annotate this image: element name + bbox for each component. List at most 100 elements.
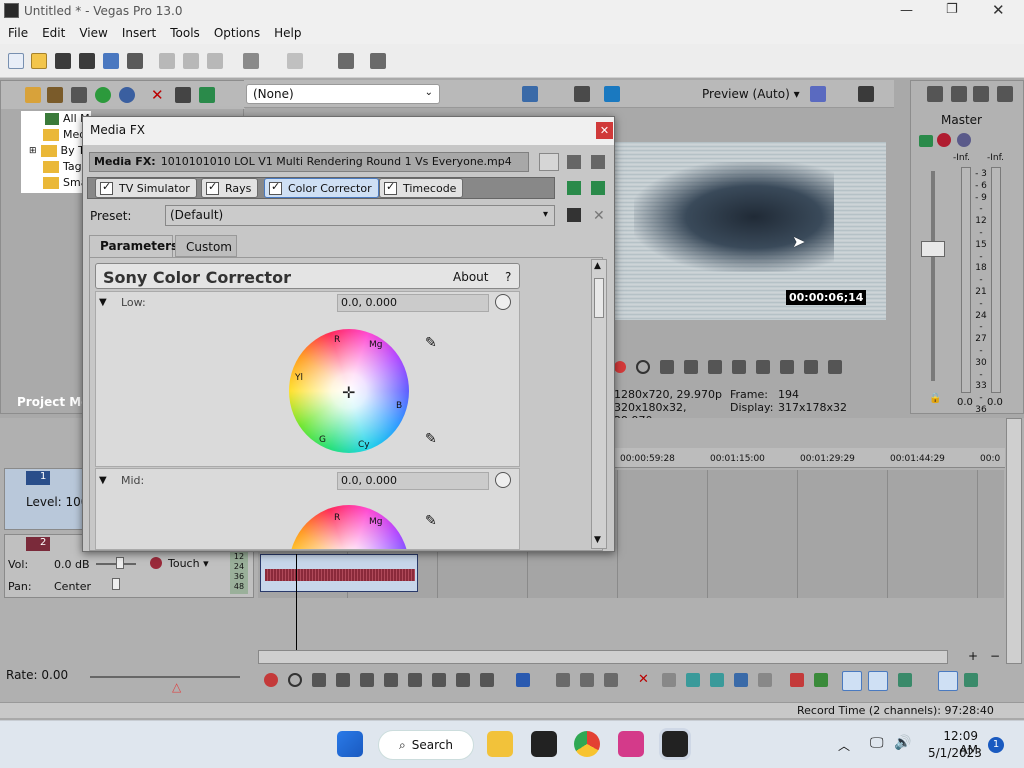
dialog-scrollbar[interactable]: ▲ ▼ (591, 259, 607, 549)
volume-icon[interactable]: 🔊 (894, 735, 911, 751)
eyedropper-minus-icon[interactable]: ✎ (425, 431, 437, 447)
view-list-icon[interactable] (539, 153, 559, 171)
menu-tools[interactable]: Tools (170, 26, 200, 44)
overlays-icon[interactable] (810, 86, 826, 102)
remove-icon[interactable]: ✕ (151, 87, 167, 103)
file-explorer-icon[interactable] (487, 731, 513, 757)
fx-tv-simulator[interactable]: TV Simulator (95, 178, 197, 198)
7zip-icon[interactable] (531, 731, 557, 757)
playhead-cursor[interactable] (296, 554, 297, 650)
trim-end-icon[interactable] (710, 673, 724, 687)
auto-ripple-icon[interactable] (842, 671, 862, 691)
timeline-scrollbar[interactable] (258, 650, 948, 664)
enable-snapping-icon[interactable] (338, 53, 354, 69)
master-mute-icon[interactable] (951, 86, 967, 102)
menu-options[interactable]: Options (214, 26, 260, 44)
new-icon[interactable] (8, 53, 24, 69)
delete-preset-icon[interactable]: ✕ (593, 208, 605, 224)
tray-chevron-icon[interactable]: ︿ (838, 737, 850, 754)
scroll-up-icon[interactable]: ▲ (594, 261, 601, 271)
master-lock-icon[interactable]: 🔒 (929, 393, 941, 404)
open-icon[interactable] (31, 53, 47, 69)
master-settings-icon[interactable] (997, 86, 1013, 102)
up-folder-icon[interactable] (25, 87, 41, 103)
about-link[interactable]: About (453, 270, 488, 284)
menu-help[interactable]: Help (274, 26, 301, 44)
menu-file[interactable]: File (8, 26, 28, 44)
app-ds-icon[interactable] (618, 731, 644, 757)
refresh-icon[interactable] (95, 87, 111, 103)
go-to-end-icon[interactable] (432, 673, 446, 687)
chrome-icon[interactable] (574, 731, 600, 757)
record-icon[interactable] (614, 361, 626, 373)
record-icon[interactable] (264, 673, 278, 687)
trim-start-icon[interactable] (686, 673, 700, 687)
preview-quality-select[interactable]: Preview (Auto) ▾ (702, 87, 800, 101)
network-icon[interactable]: 🖵 (870, 735, 884, 751)
mid-collapse-icon[interactable]: ▼ (99, 475, 107, 486)
clock-date[interactable]: 5/1/2023 (928, 746, 982, 760)
color-corrector-checkbox[interactable] (269, 180, 282, 195)
render-icon[interactable] (103, 53, 119, 69)
pan-slider-handle[interactable] (112, 578, 120, 590)
ignore-grouping-icon[interactable] (898, 673, 912, 687)
delete-icon[interactable]: ✕ (638, 673, 652, 687)
help-button[interactable]: ? (505, 270, 511, 284)
cut-icon[interactable] (159, 53, 175, 69)
pause-icon[interactable] (708, 360, 722, 374)
marker-icon[interactable] (790, 673, 804, 687)
tv-simulator-checkbox[interactable] (100, 180, 113, 195)
tab-parameters[interactable]: Parameters (89, 235, 178, 257)
maximize-icon[interactable]: ❐ (946, 2, 958, 17)
selection-tool-icon[interactable] (580, 673, 594, 687)
next-frame-icon[interactable] (828, 360, 842, 374)
menu-view[interactable]: View (79, 26, 107, 44)
vertical-scrollbar[interactable] (1006, 418, 1022, 664)
enable-snapping-icon[interactable] (938, 671, 958, 691)
prev-frame-icon[interactable] (804, 360, 818, 374)
tab-custom[interactable]: Custom (175, 235, 237, 257)
play-from-start-icon[interactable] (660, 360, 674, 374)
capture-icon[interactable] (71, 87, 87, 103)
auto-crossfade-icon[interactable] (964, 673, 978, 687)
envelope-tool-icon[interactable] (556, 673, 570, 687)
crosshair-icon[interactable]: ✛ (342, 383, 355, 402)
play-from-start-icon[interactable] (312, 673, 326, 687)
preset-select[interactable]: (Default) ▾ (165, 205, 555, 226)
menu-insert[interactable]: Insert (122, 26, 156, 44)
minimize-icon[interactable]: — (900, 3, 913, 18)
menu-edit[interactable]: Edit (42, 26, 65, 44)
chain-remove-icon[interactable] (591, 181, 605, 195)
external-monitor-icon[interactable] (604, 86, 620, 102)
project-media-tab[interactable]: Project Me (17, 395, 89, 409)
start-icon[interactable] (337, 731, 363, 757)
view-small-icon[interactable] (567, 155, 581, 169)
close-icon[interactable]: ✕ (992, 1, 1005, 19)
taskbar-search[interactable]: ⌕ Search (378, 730, 474, 760)
go-to-start-icon[interactable] (756, 360, 770, 374)
play-icon[interactable] (684, 360, 698, 374)
lock-envelopes-icon[interactable] (868, 671, 888, 691)
notification-badge[interactable]: 1 (988, 737, 1004, 753)
mid-eyedropper-plus-icon[interactable]: ✎ (425, 513, 437, 529)
master-bypass-icon[interactable] (957, 133, 971, 147)
dialog-title-bar[interactable]: Media FX ✕ (83, 117, 614, 145)
master-fader-handle[interactable] (921, 241, 945, 257)
master-fx-icon[interactable] (927, 86, 943, 102)
audio-clip[interactable] (260, 554, 418, 592)
video-preview-icon[interactable] (522, 86, 538, 102)
zoom-in-button[interactable]: + (966, 650, 980, 664)
tree-item-by-type[interactable]: ⊞ By T (29, 144, 85, 157)
paste-icon[interactable] (207, 53, 223, 69)
touch-mode-select[interactable]: Touch ▾ (168, 557, 209, 570)
tree-item-tags[interactable]: Tag (43, 160, 82, 173)
rate-slider[interactable] (90, 676, 240, 678)
vol-slider-handle[interactable] (116, 557, 124, 569)
prev-frame-icon[interactable] (456, 673, 470, 687)
stop-icon[interactable] (732, 360, 746, 374)
mid-color-wheel[interactable] (289, 505, 409, 549)
region-icon[interactable] (814, 673, 828, 687)
mid-value-field[interactable]: 0.0, 0.000 (337, 472, 489, 490)
scroll-down-icon[interactable]: ▼ (594, 535, 601, 545)
stop-icon[interactable] (384, 673, 398, 687)
